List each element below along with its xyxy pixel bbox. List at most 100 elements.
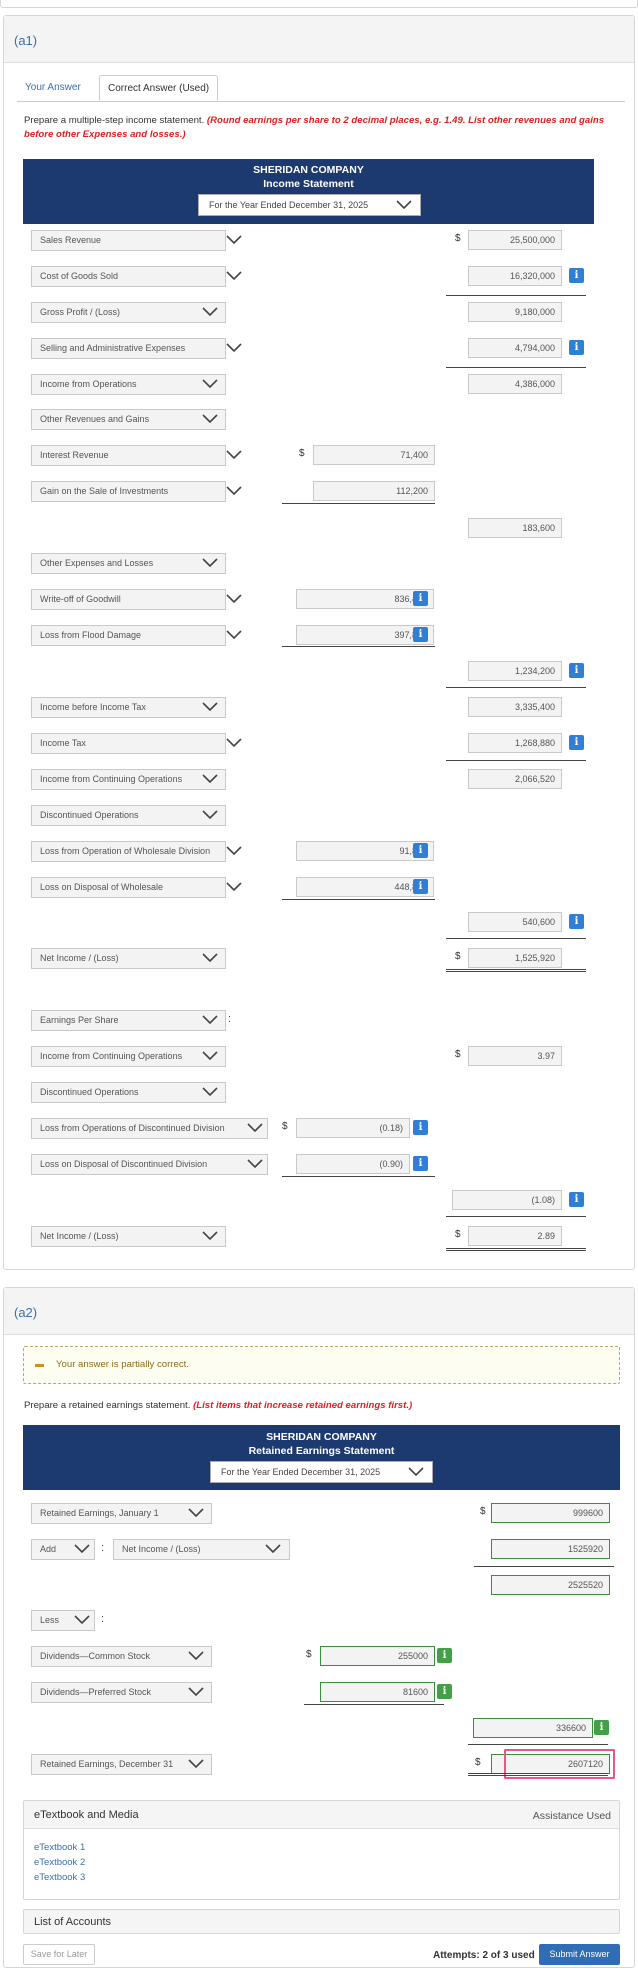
chevron-down-icon[interactable] (74, 1544, 90, 1554)
select-sales-revenue[interactable]: Sales Revenue (31, 230, 226, 251)
info-icon[interactable]: i (594, 1720, 609, 1735)
select-eps-discontinued[interactable]: Discontinued Operations (31, 1082, 226, 1103)
chevron-down-icon[interactable] (202, 702, 218, 712)
underline (474, 1566, 614, 1567)
select-income-tax[interactable]: Income Tax (31, 733, 226, 754)
etextbook-link-1[interactable]: eTextbook 1 (34, 1842, 85, 1853)
select-income-operations[interactable]: Income from Operations (31, 374, 226, 395)
select-net-income[interactable]: Net Income / (Loss) (31, 948, 226, 969)
info-icon[interactable]: i (569, 268, 584, 283)
amount-income-operations: 4,386,000 (468, 374, 562, 394)
select-goodwill[interactable]: Write-off of Goodwill (31, 589, 226, 610)
select-discontinued-operations[interactable]: Discontinued Operations (31, 805, 226, 826)
chevron-down-icon[interactable] (188, 1759, 204, 1769)
chevron-down-icon[interactable] (202, 307, 218, 317)
chevron-down-icon[interactable] (396, 200, 412, 210)
select-income-continuing[interactable]: Income from Continuing Operations (31, 769, 226, 790)
chevron-down-icon[interactable] (226, 882, 242, 892)
info-icon[interactable]: i (413, 843, 428, 858)
tab-correct-answer[interactable]: Correct Answer (Used) (99, 75, 219, 101)
select-loss-op-wholesale[interactable]: Loss from Operation of Wholesale Divisio… (31, 841, 226, 862)
chevron-down-icon[interactable] (202, 1087, 218, 1097)
select-dividends-preferred[interactable]: Dividends—Preferred Stock (31, 1682, 212, 1703)
etextbook-link-3[interactable]: eTextbook 3 (34, 1872, 85, 1883)
info-icon[interactable]: i (413, 879, 428, 894)
info-icon[interactable]: i (413, 591, 428, 606)
select-other-expenses[interactable]: Other Expenses and Losses (31, 553, 226, 574)
chevron-down-icon[interactable] (202, 774, 218, 784)
chevron-down-icon[interactable] (202, 810, 218, 820)
tab-your-answer[interactable]: Your Answer (17, 75, 89, 101)
underline (282, 646, 435, 647)
period-select[interactable]: For the Year Ended December 31, 2025 (198, 194, 421, 216)
info-icon[interactable]: i (569, 340, 584, 355)
select-gain-sale[interactable]: Gain on the Sale of Investments (31, 481, 226, 502)
amount-interest-revenue: 71,400 (313, 445, 435, 465)
instruction-a2-note: (List items that increase retained earni… (193, 1400, 413, 1411)
underline (468, 1744, 608, 1745)
select-eps-loss-disposal[interactable]: Loss on Disposal of Discontinued Divisio… (31, 1154, 268, 1175)
chevron-down-icon[interactable] (202, 558, 218, 568)
info-icon[interactable]: i (569, 914, 584, 929)
select-eps-continuing[interactable]: Income from Continuing Operations (31, 1046, 226, 1067)
chevron-down-icon[interactable] (202, 1231, 218, 1241)
select-interest-revenue[interactable]: Interest Revenue (31, 445, 226, 466)
chevron-down-icon[interactable] (226, 630, 242, 640)
select-eps-net-income[interactable]: Net Income / (Loss) (31, 1226, 226, 1247)
chevron-down-icon[interactable] (226, 343, 242, 353)
chevron-down-icon[interactable] (188, 1651, 204, 1661)
select-eps[interactable]: Earnings Per Share (31, 1010, 226, 1031)
select-other-revenues[interactable]: Other Revenues and Gains (31, 409, 226, 430)
chevron-down-icon[interactable] (226, 486, 242, 496)
chevron-down-icon[interactable] (226, 450, 242, 460)
list-of-accounts-bar[interactable]: List of Accounts (23, 1909, 620, 1934)
select-flood-damage[interactable]: Loss from Flood Damage (31, 625, 226, 646)
save-for-later-button[interactable]: Save for Later (23, 1944, 95, 1965)
info-icon[interactable]: i (569, 663, 584, 678)
chevron-down-icon[interactable] (247, 1123, 263, 1133)
select-sga[interactable]: Selling and Administrative Expenses (31, 338, 226, 359)
select-cogs[interactable]: Cost of Goods Sold (31, 266, 226, 287)
info-icon[interactable]: i (437, 1648, 452, 1663)
re-period-select[interactable]: For the Year Ended December 31, 2025 (210, 1461, 433, 1483)
underline (446, 760, 586, 761)
chevron-down-icon[interactable] (74, 1615, 90, 1625)
chevron-down-icon[interactable] (226, 594, 242, 604)
select-loss-disposal-wholesale[interactable]: Loss on Disposal of Wholesale (31, 877, 226, 898)
panel-a1-header: (a1) (4, 16, 634, 63)
chevron-down-icon[interactable] (188, 1687, 204, 1697)
select-income-before-tax[interactable]: Income before Income Tax (31, 697, 226, 718)
select-eps-loss-operations[interactable]: Loss from Operations of Discontinued Div… (31, 1118, 268, 1139)
chevron-down-icon[interactable] (202, 953, 218, 963)
amount-dividends-preferred: 81600 (320, 1682, 435, 1702)
info-icon[interactable]: i (413, 627, 428, 642)
info-icon[interactable]: i (569, 1192, 584, 1207)
chevron-down-icon[interactable] (202, 414, 218, 424)
chevron-down-icon[interactable] (408, 1467, 424, 1477)
etextbook-link-2[interactable]: eTextbook 2 (34, 1857, 85, 1868)
instruction-a2: Prepare a retained earnings statement. (… (24, 1399, 624, 1413)
info-icon[interactable]: i (437, 1684, 452, 1699)
chevron-down-icon[interactable] (188, 1508, 204, 1518)
chevron-down-icon[interactable] (202, 1051, 218, 1061)
chevron-down-icon[interactable] (226, 235, 242, 245)
info-icon[interactable]: i (413, 1156, 428, 1171)
dollar-sign: $ (299, 448, 305, 459)
amount-re-net-income: 1525920 (491, 1539, 610, 1559)
submit-answer-button[interactable]: Submit Answer (539, 1944, 620, 1965)
chevron-down-icon[interactable] (226, 846, 242, 856)
chevron-down-icon[interactable] (202, 379, 218, 389)
chevron-down-icon[interactable] (247, 1159, 263, 1169)
select-gross-profit[interactable]: Gross Profit / (Loss) (31, 302, 226, 323)
info-icon[interactable]: i (569, 735, 584, 750)
select-re-january[interactable]: Retained Earnings, January 1 (31, 1503, 212, 1524)
chevron-down-icon[interactable] (226, 738, 242, 748)
chevron-down-icon[interactable] (202, 1015, 218, 1025)
select-re-net-income[interactable]: Net Income / (Loss) (113, 1539, 290, 1560)
info-icon[interactable]: i (413, 1120, 428, 1135)
select-dividends-common[interactable]: Dividends—Common Stock (31, 1646, 212, 1667)
select-re-december[interactable]: Retained Earnings, December 31 (31, 1754, 212, 1775)
chevron-down-icon[interactable] (226, 271, 242, 281)
instruction-a1: Prepare a multiple-step income statement… (24, 114, 624, 142)
chevron-down-icon[interactable] (265, 1544, 281, 1554)
